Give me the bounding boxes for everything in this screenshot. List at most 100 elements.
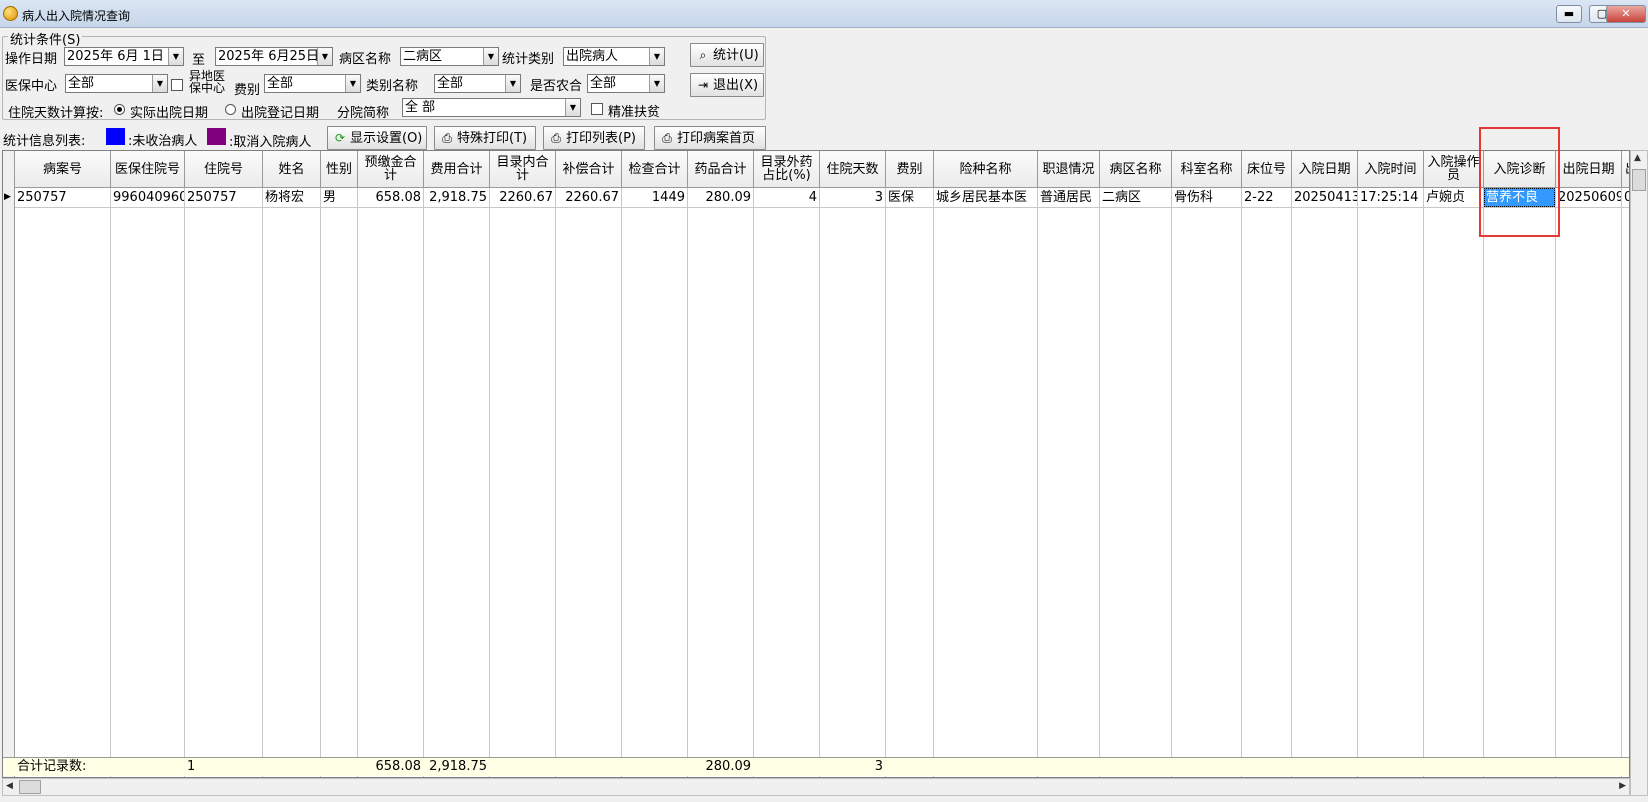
column-header[interactable]: 出院日期 [1556, 151, 1622, 188]
column-header[interactable]: 入院日期 [1292, 151, 1358, 188]
remote-center-checkbox[interactable] [171, 79, 183, 91]
close-button[interactable]: ✕ [1606, 5, 1646, 23]
branch-select[interactable]: 全 部 ▼ [402, 98, 581, 117]
chevron-down-icon[interactable]: ▼ [649, 48, 664, 65]
legend-cancelled-swatch [207, 128, 226, 145]
column-header[interactable]: 检查合计 [622, 151, 688, 188]
summary-label: 合计记录数: [17, 759, 87, 774]
chevron-down-icon[interactable]: ▼ [152, 75, 167, 92]
minimize-button[interactable]: ▬ [1556, 5, 1582, 23]
table-cell[interactable]: 卢婉贞 [1424, 188, 1483, 207]
column-header[interactable]: 病案号 [15, 151, 111, 188]
column-header[interactable]: 住院天数 [820, 151, 886, 188]
scroll-left-icon[interactable]: ◀ [6, 781, 13, 791]
vertical-scroll-thumb[interactable] [1632, 169, 1646, 191]
table-cell[interactable]: 2260.67 [490, 188, 555, 207]
column-header[interactable]: 病区名称 [1100, 151, 1172, 188]
conditions-group-title: 统计条件(S) [8, 29, 83, 48]
stat-type-select[interactable]: 出院病人 ▼ [563, 47, 665, 66]
chevron-down-icon[interactable]: ▼ [565, 99, 580, 116]
stat-button-label: 统计(U) [713, 48, 759, 63]
table-cell[interactable]: 20250609 [1556, 188, 1621, 207]
table-cell[interactable]: 250757 [185, 188, 262, 207]
ward-value: 二病区 [403, 49, 443, 64]
column-divider [885, 188, 886, 777]
display-settings-button[interactable]: ⟳ 显示设置(O) [327, 126, 427, 150]
chevron-down-icon[interactable]: ▼ [505, 75, 520, 92]
radio-register-discharge[interactable] [225, 104, 236, 115]
column-header[interactable]: 床位号 [1242, 151, 1292, 188]
remote-center-label-line2: 保中心 [188, 81, 225, 95]
print-list-button[interactable]: ⎙ 打印列表(P) [543, 126, 645, 150]
column-header[interactable]: 入院时间 [1358, 151, 1424, 188]
table-cell[interactable]: 城乡居民基本医 [934, 188, 1037, 207]
table-cell[interactable]: 08 [1622, 188, 1629, 207]
table-cell[interactable]: 250757 [15, 188, 110, 207]
column-header[interactable]: 险种名称 [934, 151, 1038, 188]
column-header[interactable]: 姓名 [263, 151, 321, 188]
table-cell[interactable]: 2260.67 [556, 188, 621, 207]
table-cell[interactable]: 17:25:14 [1358, 188, 1423, 207]
ward-select[interactable]: 二病区 ▼ [400, 47, 499, 66]
chevron-down-icon[interactable]: ▼ [345, 75, 360, 92]
table-cell[interactable]: 骨伤科 [1172, 188, 1241, 207]
vertical-scrollbar[interactable]: ▲ [1630, 150, 1648, 796]
column-header[interactable]: 住院号 [185, 151, 263, 188]
horizontal-scroll-thumb[interactable] [19, 780, 41, 794]
column-header[interactable]: 医保住院号 [111, 151, 185, 188]
column-divider [819, 188, 820, 777]
chevron-down-icon[interactable]: ▼ [649, 75, 664, 92]
table-cell[interactable]: 4 [754, 188, 819, 207]
table-cell[interactable]: 杨将宏 [263, 188, 320, 207]
table-cell[interactable]: 280.09 [688, 188, 753, 207]
table-cell[interactable]: 658.08 [358, 188, 423, 207]
table-cell[interactable]: 二病区 [1100, 188, 1171, 207]
chevron-down-icon[interactable]: ▼ [483, 48, 498, 65]
column-header[interactable]: 职退情况 [1038, 151, 1100, 188]
column-header[interactable]: 费别 [886, 151, 934, 188]
column-header[interactable]: 药品合计 [688, 151, 754, 188]
table-cell[interactable]: 2-22 [1242, 188, 1291, 207]
column-header[interactable]: 预缴金合计 [358, 151, 424, 188]
rural-select[interactable]: 全部 ▼ [587, 74, 665, 93]
insurance-center-select[interactable]: 全部 ▼ [65, 74, 168, 93]
table-cell[interactable]: 男 [321, 188, 357, 207]
table-cell[interactable]: 营养不良 [1484, 188, 1555, 207]
column-header[interactable]: 出 [1622, 151, 1629, 188]
date-from-picker[interactable]: 2025年 6月 1日 ▼ [64, 47, 184, 66]
table-cell[interactable]: 20250413 [1292, 188, 1357, 207]
radio-actual-discharge[interactable] [114, 104, 125, 115]
poverty-checkbox[interactable] [591, 103, 603, 115]
exit-button[interactable]: ⇥ 退出(X) [690, 73, 764, 97]
date-to-picker[interactable]: 2025年 6月25日 ▼ [215, 47, 333, 66]
column-header[interactable]: 目录内合计 [490, 151, 556, 188]
category-select[interactable]: 全部 ▼ [434, 74, 521, 93]
table-cell[interactable]: 医保 [886, 188, 933, 207]
column-header[interactable]: 入院诊断 [1484, 151, 1556, 188]
legend-uncharged-label: :未收治病人 [128, 134, 198, 149]
column-header[interactable]: 费用合计 [424, 151, 490, 188]
binoculars-icon: ⌕ [699, 48, 707, 62]
special-print-button[interactable]: ⎙ 特殊打印(T) [434, 126, 536, 150]
table-cell[interactable]: 996040960 [111, 188, 184, 207]
table-cell[interactable]: 普通居民 [1038, 188, 1099, 207]
column-header[interactable]: 性别 [321, 151, 358, 188]
to-label: 至 [192, 53, 206, 68]
scroll-right-icon[interactable]: ▶ [1619, 781, 1626, 791]
column-header[interactable]: 科室名称 [1172, 151, 1242, 188]
stat-button[interactable]: ⌕ 统计(U) [690, 43, 764, 67]
table-cell[interactable]: 1449 [622, 188, 687, 207]
horizontal-scrollbar[interactable]: ◀ ▶ [2, 778, 1630, 796]
table-cell[interactable]: 3 [820, 188, 885, 207]
scroll-up-icon[interactable]: ▲ [1634, 153, 1641, 163]
column-header[interactable]: 入院操作员 [1424, 151, 1484, 188]
column-header[interactable]: 目录外药占比(%) [754, 151, 820, 188]
chevron-down-icon[interactable]: ▼ [317, 48, 332, 65]
records-table[interactable]: ▶ 病案号 医保住院号 住院号 姓名 性别 预缴金合计 费用合计 目录内合计 补偿合计 检查合计 药品… [2, 150, 1630, 778]
column-header[interactable]: 补偿合计 [556, 151, 622, 188]
chevron-down-icon[interactable]: ▼ [168, 48, 183, 65]
window-title: 病人出入院情况查询 [22, 9, 131, 23]
table-cell[interactable]: 2,918.75 [424, 188, 489, 207]
print-first-page-button[interactable]: ⎙ 打印病案首页 [654, 126, 766, 150]
fee-type-select[interactable]: 全部 ▼ [264, 74, 361, 93]
